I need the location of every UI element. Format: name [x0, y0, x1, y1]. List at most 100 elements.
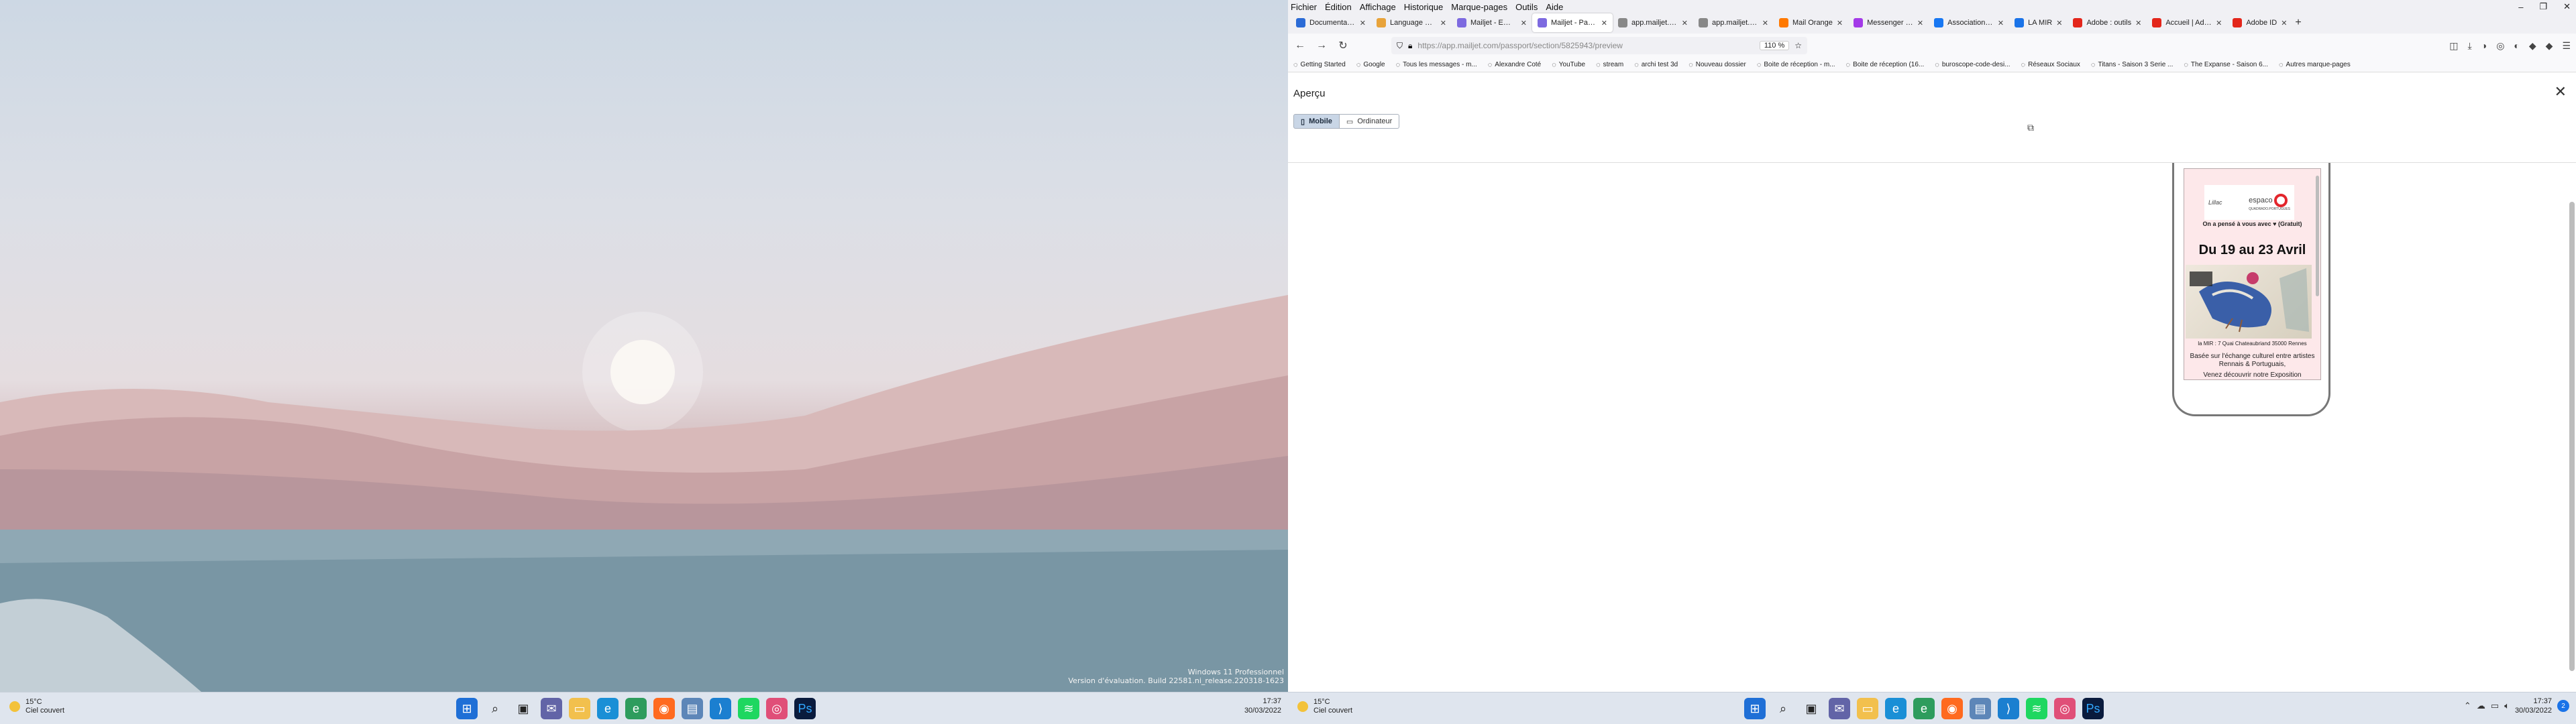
weather-widget-right[interactable]: 15°C Ciel couvert — [1297, 698, 1352, 715]
pocket-icon[interactable]: ◫ — [2449, 40, 2458, 52]
url-text[interactable]: https://app.mailjet.com/passport/section… — [1417, 41, 1754, 50]
extension2-icon[interactable]: ◐ — [2514, 40, 2519, 52]
spotify-icon[interactable]: ≋ — [2026, 698, 2047, 719]
close-tab-icon[interactable]: ✕ — [1601, 19, 1607, 27]
search-icon[interactable]: ⌕ — [1772, 698, 1794, 719]
davinci-icon[interactable]: ◎ — [766, 698, 788, 719]
restore-icon[interactable]: ❐ — [2539, 1, 2547, 12]
edge-icon[interactable]: e — [1885, 698, 1907, 719]
bookmark-item[interactable]: ◌ Boite de réception (16... — [1846, 61, 1925, 69]
menu-item[interactable]: Édition — [1325, 2, 1352, 12]
desktop-toggle-button[interactable]: ▭ Ordinateur — [1339, 114, 1400, 129]
edge-dev-icon[interactable]: e — [625, 698, 647, 719]
bookmark-item[interactable]: ◌ Titans - Saison 3 Serie ... — [2091, 61, 2173, 69]
browser-tab[interactable]: Documentation ✕ — [1291, 13, 1371, 32]
download-icon[interactable]: ⤓ — [2468, 40, 2472, 52]
network-icon[interactable]: ▭ — [2491, 701, 2499, 711]
close-tab-icon[interactable]: ✕ — [1917, 19, 1923, 27]
menu-item[interactable]: Fichier — [1291, 2, 1317, 12]
close-preview-icon[interactable]: ✕ — [2555, 83, 2567, 101]
start-icon[interactable]: ⊞ — [456, 698, 478, 719]
mobile-toggle-button[interactable]: ▯ Mobile — [1293, 114, 1340, 129]
shield-icon[interactable]: ⛉ — [1397, 41, 1403, 51]
bookmark-item[interactable]: ◌ Google — [1356, 61, 1385, 69]
chat-icon[interactable]: ✉ — [1829, 698, 1850, 719]
browser-tab[interactable]: Messenger | Fa ✕ — [1848, 13, 1929, 32]
close-tab-icon[interactable]: ✕ — [1682, 19, 1688, 27]
search-icon[interactable]: ⌕ — [484, 698, 506, 719]
clock[interactable]: 17:37 30/03/2022 — [2515, 697, 2552, 715]
browser-tab[interactable]: Accueil | Adobe ✕ — [2147, 13, 2227, 32]
extension4-icon[interactable]: ◆ — [2546, 40, 2553, 52]
lock-icon[interactable]: 🔒︎ — [1408, 41, 1412, 51]
photos-icon[interactable]: ▤ — [682, 698, 703, 719]
close-tab-icon[interactable]: ✕ — [1762, 19, 1768, 27]
bookmark-item[interactable]: ◌ Autres marque-pages — [2279, 61, 2351, 69]
menu-icon[interactable]: ☰ — [2562, 40, 2571, 52]
extension3-icon[interactable]: ◆ — [2529, 40, 2536, 52]
extension-icon[interactable]: ◑ — [2481, 40, 2487, 52]
bookmark-item[interactable]: ◌ The Expanse - Saison 6... — [2184, 61, 2268, 69]
taskview-icon[interactable]: ▣ — [513, 698, 534, 719]
volume-icon[interactable]: 🔈︎ — [2504, 701, 2510, 711]
vscode-icon[interactable]: ⟩ — [1998, 698, 2019, 719]
menu-item[interactable]: Affichage — [1360, 2, 1396, 12]
email-scrollbar[interactable] — [2316, 176, 2319, 296]
bookmark-item[interactable]: ◌ Nouveau dossier — [1688, 61, 1746, 69]
chevron-up-icon[interactable]: ⌃ — [2464, 701, 2471, 711]
close-tab-icon[interactable]: ✕ — [1440, 19, 1446, 27]
forward-icon[interactable]: → — [1315, 40, 1328, 52]
explorer-icon[interactable]: ▭ — [569, 698, 590, 719]
photoshop-icon[interactable]: Ps — [2082, 698, 2104, 719]
browser-tab[interactable]: LA MIR ✕ — [2009, 13, 2068, 32]
cloud-icon[interactable]: ☁ — [2477, 701, 2485, 711]
close-window-icon[interactable]: ✕ — [2563, 1, 2571, 12]
explorer-icon[interactable]: ▭ — [1857, 698, 1878, 719]
responsive-icon[interactable]: ⧉ — [2027, 122, 2034, 133]
bookmark-star-icon[interactable]: ☆ — [1794, 41, 1802, 50]
bookmark-item[interactable]: ◌ Alexandre Coté — [1488, 61, 1541, 69]
bookmark-item[interactable]: ◌ buroscope-code-desi... — [1935, 61, 2010, 69]
menu-item[interactable]: Outils — [1515, 2, 1538, 12]
browser-tab[interactable]: Association L.V ✕ — [1929, 13, 2009, 32]
davinci-icon[interactable]: ◎ — [2054, 698, 2076, 719]
zoom-level[interactable]: 110 % — [1759, 41, 1790, 50]
back-icon[interactable]: ← — [1293, 40, 1307, 52]
bookmark-item[interactable]: ◌ Getting Started — [1293, 61, 1346, 69]
photos-icon[interactable]: ▤ — [1970, 698, 1991, 719]
close-tab-icon[interactable]: ✕ — [1998, 19, 2004, 27]
bookmark-item[interactable]: ◌ Tous les messages - m... — [1396, 61, 1477, 69]
photoshop-icon[interactable]: Ps — [794, 698, 816, 719]
clock[interactable]: 17:37 30/03/2022 — [1244, 697, 1281, 715]
url-bar[interactable]: ⛉ 🔒︎ https://app.mailjet.com/passport/se… — [1391, 37, 1807, 54]
vscode-icon[interactable]: ⟩ — [710, 698, 731, 719]
weather-widget[interactable]: 15°C Ciel couvert — [9, 698, 64, 715]
spotify-icon[interactable]: ≋ — [738, 698, 759, 719]
bookmark-item[interactable]: ◌ archi test 3d — [1634, 61, 1678, 69]
bookmark-item[interactable]: ◌ Boite de réception - m... — [1757, 61, 1835, 69]
new-tab-icon[interactable]: + — [2295, 17, 2301, 29]
close-tab-icon[interactable]: ✕ — [1837, 19, 1843, 27]
menu-item[interactable]: Marque-pages — [1451, 2, 1507, 12]
close-tab-icon[interactable]: ✕ — [2135, 19, 2141, 27]
bookmark-item[interactable]: ◌ stream — [1596, 61, 1623, 69]
close-tab-icon[interactable]: ✕ — [1521, 19, 1527, 27]
browser-tab[interactable]: app.mailjet.com/pa ✕ — [1613, 13, 1693, 32]
bookmark-item[interactable]: ◌ Réseaux Sociaux — [2021, 61, 2080, 69]
account-icon[interactable]: ◎ — [2496, 40, 2504, 52]
browser-tab[interactable]: Adobe : outils ✕ — [2068, 13, 2147, 32]
menu-item[interactable]: Aide — [1546, 2, 1563, 12]
browser-tab[interactable]: Language Pack ✕ — [1371, 13, 1452, 32]
browser-tab[interactable]: Mail Orange ✕ — [1774, 13, 1848, 32]
browser-tab[interactable]: app.mailjet.com/pa ✕ — [1693, 13, 1774, 32]
menu-item[interactable]: Historique — [1404, 2, 1444, 12]
edge-dev-icon[interactable]: e — [1913, 698, 1935, 719]
firefox-icon[interactable]: ◉ — [653, 698, 675, 719]
taskview-icon[interactable]: ▣ — [1801, 698, 1822, 719]
close-tab-icon[interactable]: ✕ — [2056, 19, 2062, 27]
bookmark-item[interactable]: ◌ YouTube — [1552, 61, 1585, 69]
edge-icon[interactable]: e — [597, 698, 619, 719]
close-tab-icon[interactable]: ✕ — [2281, 19, 2287, 27]
browser-tab[interactable]: Mailjet - Passport ✕ — [1532, 13, 1613, 32]
reload-icon[interactable]: ↻ — [1336, 39, 1350, 52]
